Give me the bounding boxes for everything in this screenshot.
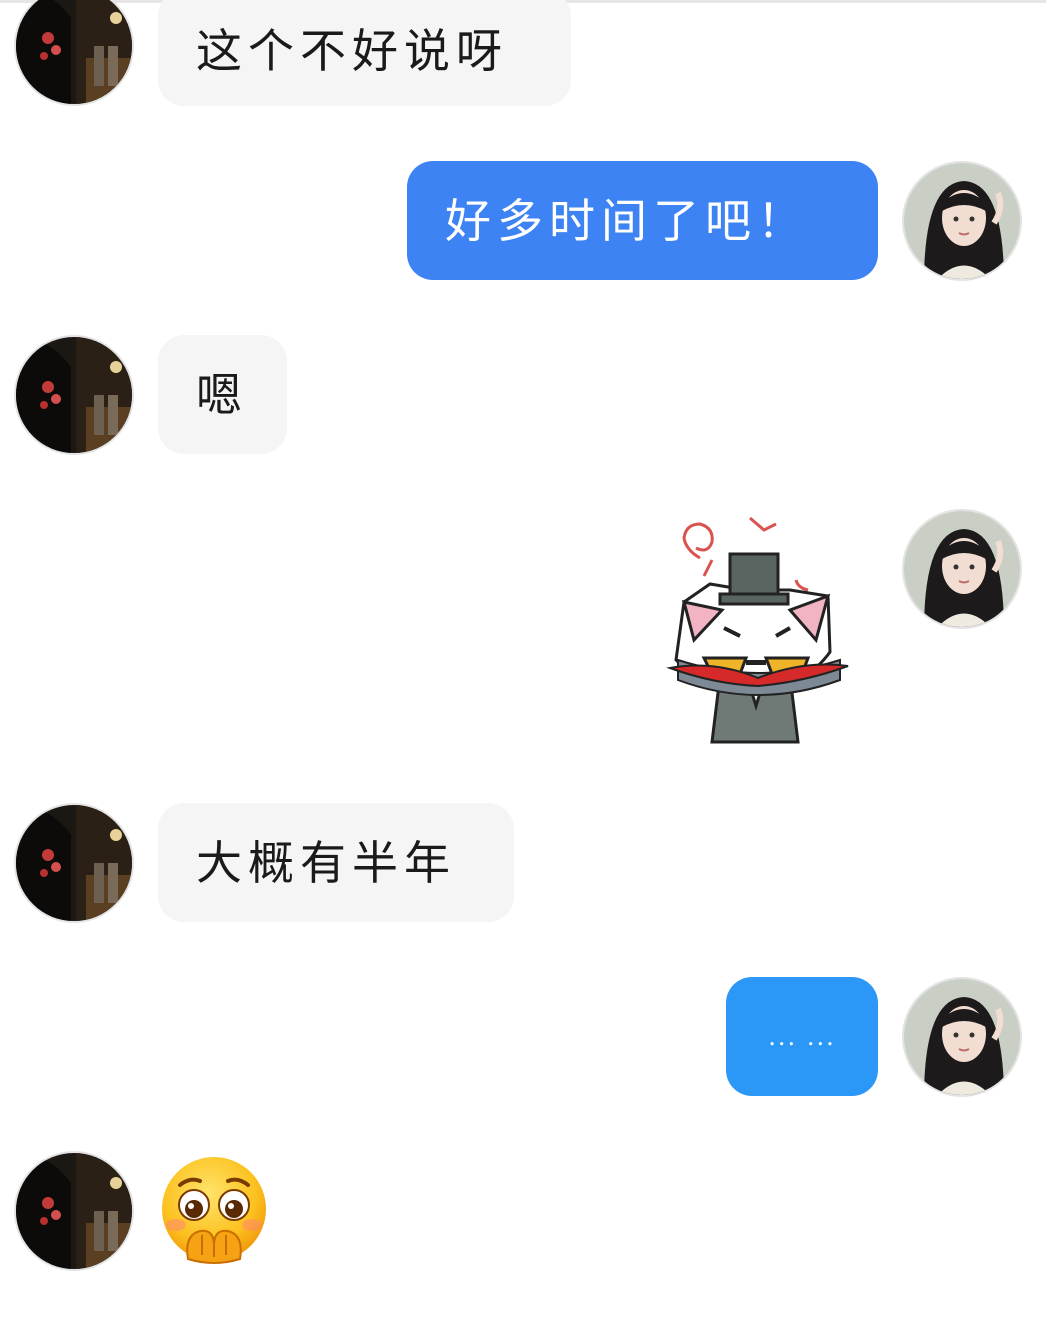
user-avatar[interactable] <box>902 161 1022 281</box>
message-text: 好多时间了吧！ <box>445 193 809 248</box>
cat-with-top-hat-sticker[interactable] <box>664 510 854 754</box>
message-text: 嗯 <box>196 367 248 422</box>
message-text: ... ... <box>768 1022 836 1051</box>
message-bubble-outgoing[interactable]: 好多时间了吧！ <box>407 161 878 280</box>
contact-avatar[interactable] <box>14 803 134 923</box>
message-bubble-outgoing[interactable]: ... ... <box>726 977 878 1096</box>
message-bubble-incoming[interactable]: 这个不好说呀 <box>158 0 571 106</box>
contact-avatar[interactable] <box>14 1151 134 1271</box>
message-text: 这个不好说呀 <box>196 24 508 78</box>
flushed-face-hands-emoji[interactable] <box>158 1155 270 1271</box>
message-bubble-incoming[interactable]: 大概有半年 <box>158 803 514 922</box>
message-bubble-incoming[interactable]: 嗯 <box>158 335 287 454</box>
user-avatar[interactable] <box>902 977 1022 1097</box>
user-avatar[interactable] <box>902 509 1022 629</box>
contact-avatar[interactable] <box>14 0 134 106</box>
contact-avatar[interactable] <box>14 335 134 455</box>
message-text: 大概有半年 <box>196 835 456 890</box>
